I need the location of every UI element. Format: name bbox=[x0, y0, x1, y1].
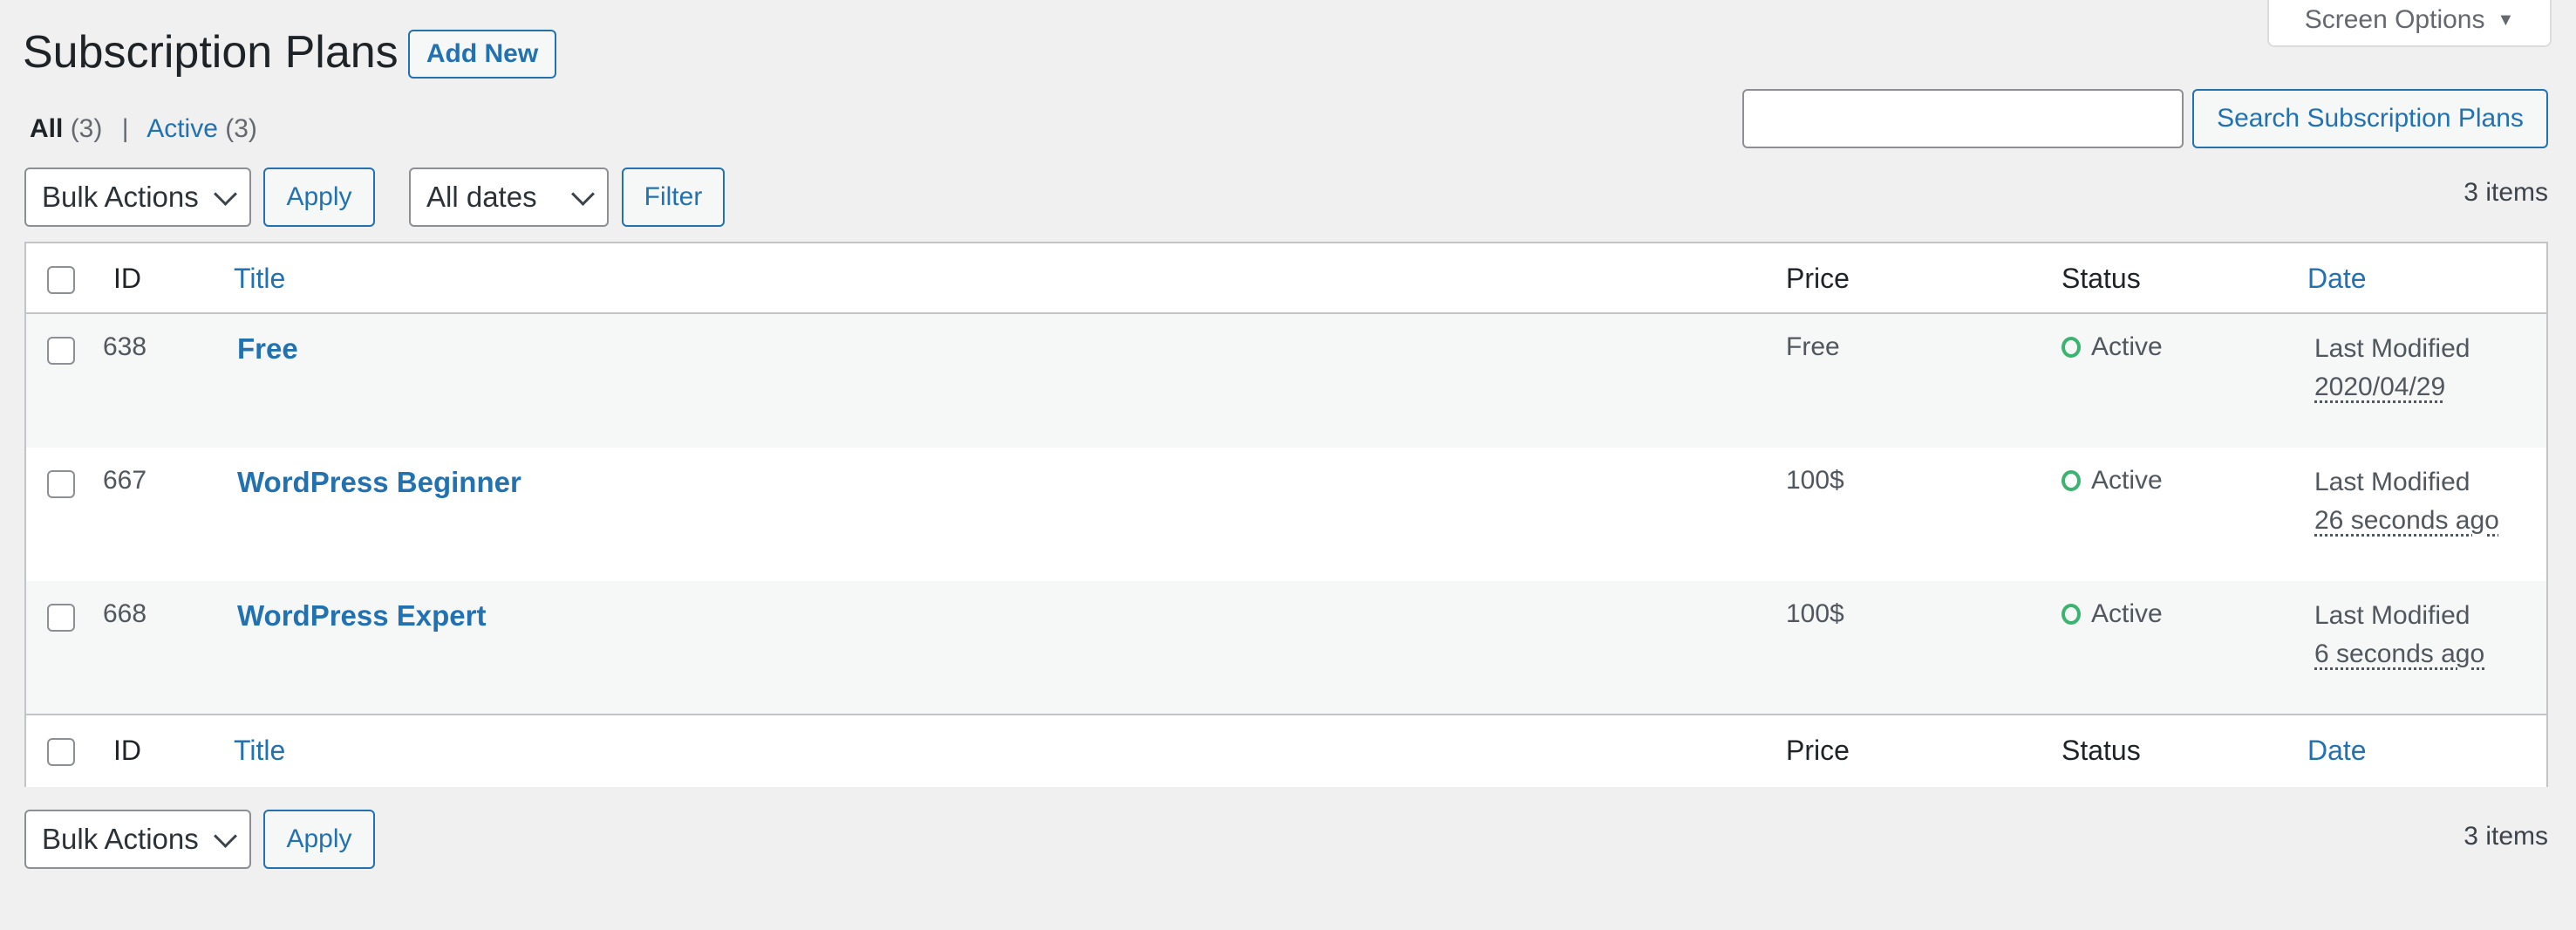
chevron-down-icon bbox=[571, 181, 595, 206]
column-header-date[interactable]: Date bbox=[2307, 261, 2367, 296]
bulk-actions-select-bottom[interactable]: Bulk Actions bbox=[24, 810, 251, 869]
column-footer-title[interactable]: Title bbox=[234, 733, 285, 768]
status-circle-icon bbox=[2061, 470, 2081, 491]
column-footer-date[interactable]: Date bbox=[2307, 733, 2367, 768]
select-all-checkbox-footer[interactable] bbox=[47, 738, 75, 766]
table-footer-row: ID Title Price Status Date bbox=[26, 714, 2546, 787]
row-status: Active bbox=[2061, 463, 2163, 498]
row-checkbox[interactable] bbox=[47, 470, 75, 498]
column-footer-id: ID bbox=[113, 735, 141, 766]
apply-button-bottom[interactable]: Apply bbox=[263, 810, 375, 869]
status-circle-icon bbox=[2061, 604, 2081, 625]
row-date-label: Last Modified bbox=[2314, 601, 2470, 630]
page-title: Subscription Plans bbox=[23, 27, 399, 78]
row-price: 100$ bbox=[1786, 599, 1844, 628]
row-date: Last Modified 26 seconds ago bbox=[2314, 463, 2499, 540]
row-id: 638 bbox=[103, 332, 147, 361]
row-price: Free bbox=[1786, 332, 1840, 361]
row-date-label: Last Modified bbox=[2314, 334, 2470, 363]
row-status-label: Active bbox=[2091, 332, 2163, 361]
row-date-value: 26 seconds ago bbox=[2314, 506, 2499, 535]
table-row: 638 Free Free Active Last Modified 2020/… bbox=[26, 314, 2546, 448]
column-header-title[interactable]: Title bbox=[234, 261, 285, 296]
row-title-link[interactable]: Free bbox=[237, 332, 298, 366]
row-id: 667 bbox=[103, 466, 147, 495]
row-date-value: 2020/04/29 bbox=[2314, 373, 2446, 401]
chevron-down-icon bbox=[214, 181, 237, 206]
row-title-link[interactable]: WordPress Expert bbox=[237, 598, 487, 633]
row-date: Last Modified 2020/04/29 bbox=[2314, 330, 2470, 407]
screen-options-label: Screen Options bbox=[2304, 5, 2485, 34]
row-status: Active bbox=[2061, 597, 2163, 632]
bulk-actions-select-top[interactable]: Bulk Actions bbox=[24, 168, 251, 227]
bulk-actions-value: Bulk Actions bbox=[42, 823, 199, 855]
column-header-id: ID bbox=[113, 263, 141, 294]
dates-value: All dates bbox=[426, 181, 537, 213]
row-status: Active bbox=[2061, 330, 2163, 365]
apply-button-top[interactable]: Apply bbox=[263, 168, 375, 227]
column-header-price: Price bbox=[1786, 263, 1850, 294]
filter-button[interactable]: Filter bbox=[622, 168, 725, 227]
row-id: 668 bbox=[103, 599, 147, 628]
row-date: Last Modified 6 seconds ago bbox=[2314, 597, 2484, 674]
column-footer-status: Status bbox=[2061, 735, 2141, 766]
row-title-link[interactable]: WordPress Beginner bbox=[237, 465, 521, 500]
view-separator: | bbox=[121, 114, 129, 143]
row-status-label: Active bbox=[2091, 466, 2163, 495]
search-input[interactable] bbox=[1742, 89, 2184, 148]
items-count-bottom: 3 items bbox=[2464, 822, 2548, 851]
row-date-value: 6 seconds ago bbox=[2314, 639, 2485, 668]
triangle-down-icon: ▼ bbox=[2497, 10, 2515, 30]
select-all-checkbox[interactable] bbox=[47, 266, 75, 294]
column-footer-price: Price bbox=[1786, 735, 1850, 766]
search-button[interactable]: Search Subscription Plans bbox=[2192, 89, 2548, 148]
view-active[interactable]: Active bbox=[147, 114, 218, 143]
row-status-label: Active bbox=[2091, 599, 2163, 628]
status-circle-icon bbox=[2061, 337, 2081, 358]
table-row: 667 WordPress Beginner 100$ Active Last … bbox=[26, 448, 2546, 581]
screen-options-button[interactable]: Screen Options ▼ bbox=[2267, 0, 2552, 47]
column-header-status: Status bbox=[2061, 263, 2141, 294]
bulk-actions-value: Bulk Actions bbox=[42, 181, 199, 213]
plans-table: ID Title Price Status Date 638 Free Free… bbox=[24, 242, 2548, 787]
table-row: 668 WordPress Expert 100$ Active Last Mo… bbox=[26, 581, 2546, 714]
view-filters: All (3) | Active (3) bbox=[30, 112, 257, 147]
row-price: 100$ bbox=[1786, 466, 1844, 495]
items-count-top: 3 items bbox=[2464, 178, 2548, 207]
table-header-row: ID Title Price Status Date bbox=[26, 243, 2546, 314]
dates-filter-select[interactable]: All dates bbox=[409, 168, 609, 227]
chevron-down-icon bbox=[214, 824, 237, 848]
view-all-count: (3) bbox=[70, 114, 103, 143]
row-checkbox[interactable] bbox=[47, 337, 75, 365]
add-new-button[interactable]: Add New bbox=[408, 30, 556, 79]
row-date-label: Last Modified bbox=[2314, 468, 2470, 496]
row-checkbox[interactable] bbox=[47, 604, 75, 632]
view-all[interactable]: All bbox=[30, 114, 63, 143]
view-active-count: (3) bbox=[225, 114, 257, 143]
